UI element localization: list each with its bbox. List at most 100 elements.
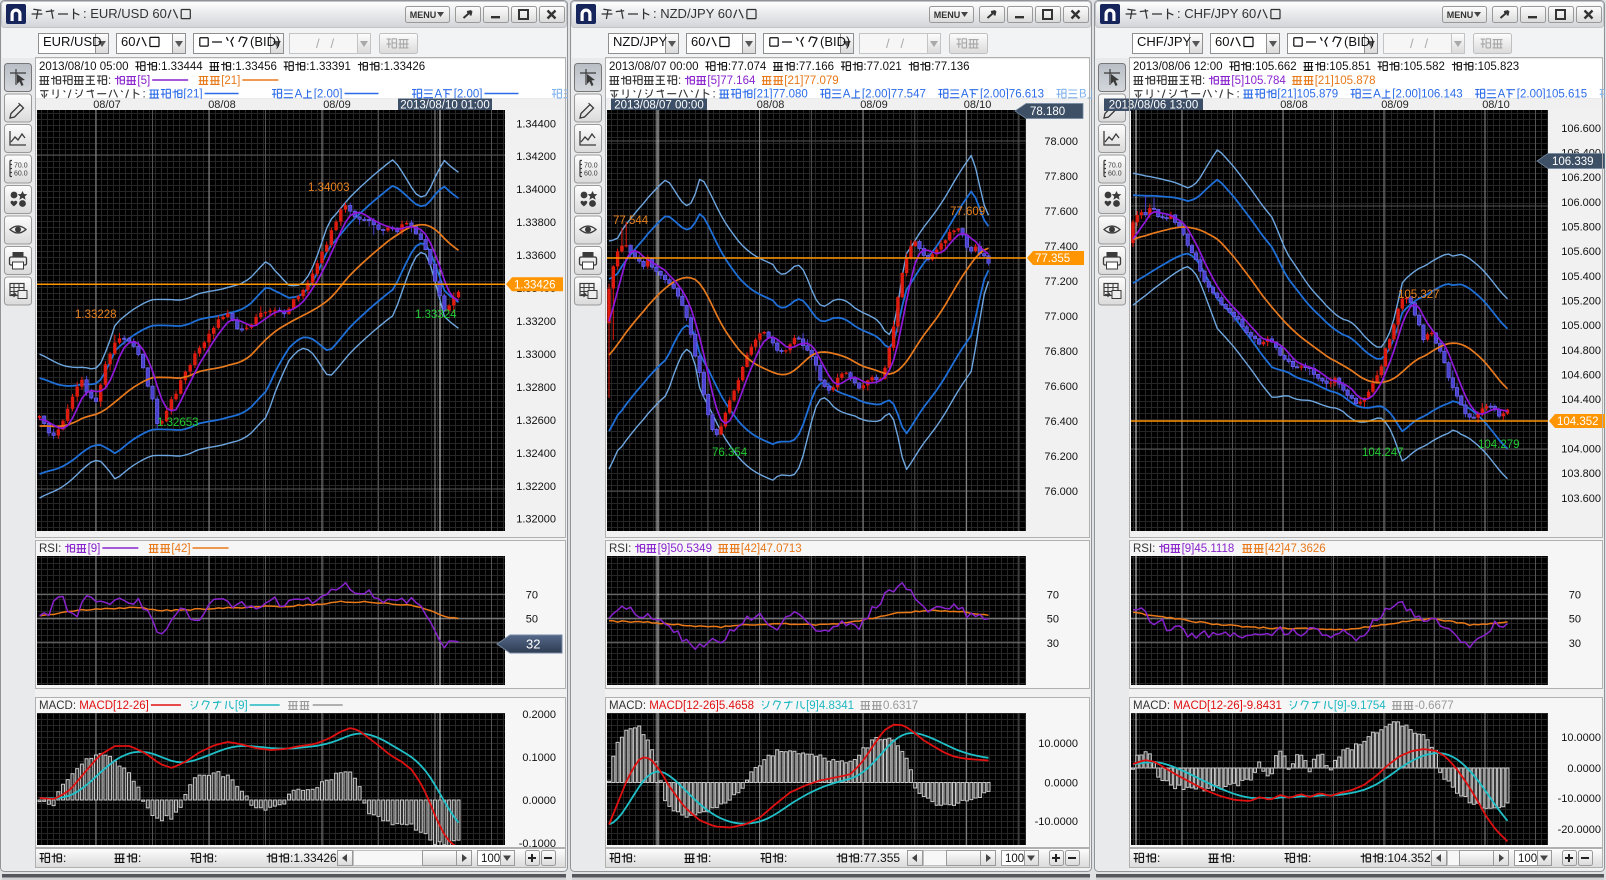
svg-text:1.32400: 1.32400 bbox=[516, 448, 556, 460]
svg-text:77.355: 77.355 bbox=[1035, 253, 1070, 265]
svg-text:MENU: MENU bbox=[410, 10, 437, 20]
svg-text:[42]: [42] bbox=[171, 543, 190, 555]
svg-text:08/09: 08/09 bbox=[323, 99, 351, 111]
svg-text:[5]: [5] bbox=[707, 75, 720, 87]
svg-text:10.0000: 10.0000 bbox=[1561, 732, 1601, 744]
svg-text::: : bbox=[1157, 851, 1160, 865]
svg-text:76.200: 76.200 bbox=[1044, 451, 1078, 463]
svg-text:-10.0000: -10.0000 bbox=[1558, 793, 1601, 805]
svg-text:50: 50 bbox=[1047, 614, 1059, 626]
svg-text:[9]: [9] bbox=[88, 543, 101, 555]
svg-text::1.33426: :1.33426 bbox=[290, 851, 337, 865]
svg-text:MACD[12-26]: MACD[12-26] bbox=[649, 700, 719, 712]
svg-text:RSI:: RSI: bbox=[609, 543, 631, 555]
svg-text:76.800: 76.800 bbox=[1044, 346, 1078, 358]
svg-text:77.079: 77.079 bbox=[804, 75, 839, 87]
svg-text::77.074: :77.074 bbox=[728, 61, 767, 73]
svg-text:105.878: 105.878 bbox=[1334, 75, 1376, 87]
svg-text:1.33200: 1.33200 bbox=[516, 316, 556, 328]
svg-text:RSI:: RSI: bbox=[1133, 543, 1155, 555]
svg-text:MACD:: MACD: bbox=[1133, 700, 1170, 712]
svg-text:77.000: 77.000 bbox=[1044, 311, 1078, 323]
svg-text::104.352: :104.352 bbox=[1384, 851, 1431, 865]
svg-text:106.000: 106.000 bbox=[1561, 197, 1601, 209]
svg-text:2013/08/10 01:00: 2013/08/10 01:00 bbox=[400, 100, 490, 112]
svg-text::: : bbox=[678, 75, 681, 87]
svg-text::: : bbox=[708, 851, 711, 865]
svg-text:08/10: 08/10 bbox=[964, 99, 992, 111]
svg-text:1.33324: 1.33324 bbox=[415, 309, 457, 321]
svg-text:/ /: / / bbox=[886, 36, 904, 51]
svg-text:76.613: 76.613 bbox=[1009, 88, 1044, 100]
svg-text:1.32200: 1.32200 bbox=[516, 481, 556, 493]
svg-text:0.0000: 0.0000 bbox=[1567, 763, 1601, 775]
svg-text::105.823: :105.823 bbox=[1474, 61, 1519, 73]
svg-text::: : bbox=[784, 851, 787, 865]
svg-text:1.34200: 1.34200 bbox=[516, 151, 556, 163]
svg-text:-0.6677: -0.6677 bbox=[1415, 700, 1454, 712]
svg-text:-9.8431: -9.8431 bbox=[1243, 700, 1282, 712]
svg-text::77.166: :77.166 bbox=[796, 61, 834, 73]
svg-text:77.600: 77.600 bbox=[1044, 206, 1078, 218]
svg-text:1.33600: 1.33600 bbox=[516, 250, 556, 262]
svg-text:/ /: / / bbox=[1410, 36, 1428, 51]
svg-text:1.34400: 1.34400 bbox=[516, 118, 556, 130]
svg-text:2013/08/10 05:00: 2013/08/10 05:00 bbox=[39, 61, 129, 73]
svg-text:104.352: 104.352 bbox=[1557, 416, 1599, 428]
svg-text:[42]: [42] bbox=[741, 543, 760, 555]
svg-text:-9.1754: -9.1754 bbox=[1347, 700, 1387, 712]
svg-text:EUR/USD: EUR/USD bbox=[43, 34, 102, 49]
svg-text:: EUR/USD 60: : EUR/USD 60 bbox=[83, 6, 167, 21]
svg-text:30: 30 bbox=[1569, 638, 1581, 650]
svg-text:[21]: [21] bbox=[183, 88, 202, 100]
svg-text:08/09: 08/09 bbox=[1381, 99, 1409, 111]
svg-text:60.0: 60.0 bbox=[1108, 171, 1122, 178]
svg-text:103.800: 103.800 bbox=[1561, 468, 1601, 480]
svg-text:MACD[12-26]: MACD[12-26] bbox=[1173, 700, 1243, 712]
svg-text:60.0: 60.0 bbox=[14, 171, 28, 178]
svg-text:77.544: 77.544 bbox=[613, 215, 649, 227]
svg-text::77.136: :77.136 bbox=[931, 61, 969, 73]
svg-text:1.33000: 1.33000 bbox=[516, 349, 556, 361]
svg-text:[9]: [9] bbox=[1334, 700, 1347, 712]
svg-text:2013/08/06 12:00: 2013/08/06 12:00 bbox=[1133, 61, 1223, 73]
svg-text:1.34000: 1.34000 bbox=[516, 184, 556, 196]
svg-text:08/07: 08/07 bbox=[93, 99, 121, 111]
svg-text:[42]: [42] bbox=[1265, 543, 1284, 555]
svg-text:5.4658: 5.4658 bbox=[719, 700, 754, 712]
svg-text:47.0713: 47.0713 bbox=[760, 543, 802, 555]
svg-text:50: 50 bbox=[526, 614, 538, 626]
svg-text::1.33426: :1.33426 bbox=[380, 61, 425, 73]
svg-text:77.547: 77.547 bbox=[891, 88, 926, 100]
svg-text::: : bbox=[108, 75, 111, 87]
svg-text:104.800: 104.800 bbox=[1561, 345, 1601, 357]
svg-text:[21]: [21] bbox=[784, 75, 803, 87]
svg-text::1.33444: :1.33444 bbox=[158, 61, 203, 73]
svg-text:77.609: 77.609 bbox=[950, 206, 985, 218]
svg-text::77.355: :77.355 bbox=[860, 851, 900, 865]
svg-text:1.33426: 1.33426 bbox=[514, 279, 556, 291]
svg-text:76.400: 76.400 bbox=[1044, 416, 1078, 428]
svg-text::: : bbox=[1237, 88, 1240, 100]
svg-text::77.021: :77.021 bbox=[863, 61, 901, 73]
svg-text:105.800: 105.800 bbox=[1561, 222, 1601, 234]
svg-text:106.143: 106.143 bbox=[1421, 88, 1463, 100]
svg-text::: : bbox=[214, 851, 217, 865]
svg-text:(BID): (BID) bbox=[820, 34, 850, 49]
svg-text::: : bbox=[143, 88, 146, 100]
svg-text:[2.00]: [2.00] bbox=[1517, 88, 1546, 100]
svg-text:76.354: 76.354 bbox=[712, 447, 748, 459]
svg-text:45.1118: 45.1118 bbox=[1194, 543, 1234, 555]
svg-text:B: B bbox=[1079, 88, 1087, 100]
svg-text:1.33228: 1.33228 bbox=[75, 309, 117, 321]
svg-text::: : bbox=[713, 88, 716, 100]
svg-text:2013/08/07 00:00: 2013/08/07 00:00 bbox=[614, 100, 704, 112]
svg-text:(BID): (BID) bbox=[250, 34, 280, 49]
svg-text:105.615: 105.615 bbox=[1546, 88, 1588, 100]
svg-text:60: 60 bbox=[1215, 34, 1229, 49]
svg-text:104.400: 104.400 bbox=[1561, 394, 1601, 406]
svg-text:-20.0000: -20.0000 bbox=[1558, 824, 1601, 836]
svg-text:(BID): (BID) bbox=[1344, 34, 1374, 49]
svg-text:77.200: 77.200 bbox=[1044, 276, 1078, 288]
svg-text:: NZD/JPY 60: : NZD/JPY 60 bbox=[653, 6, 732, 21]
